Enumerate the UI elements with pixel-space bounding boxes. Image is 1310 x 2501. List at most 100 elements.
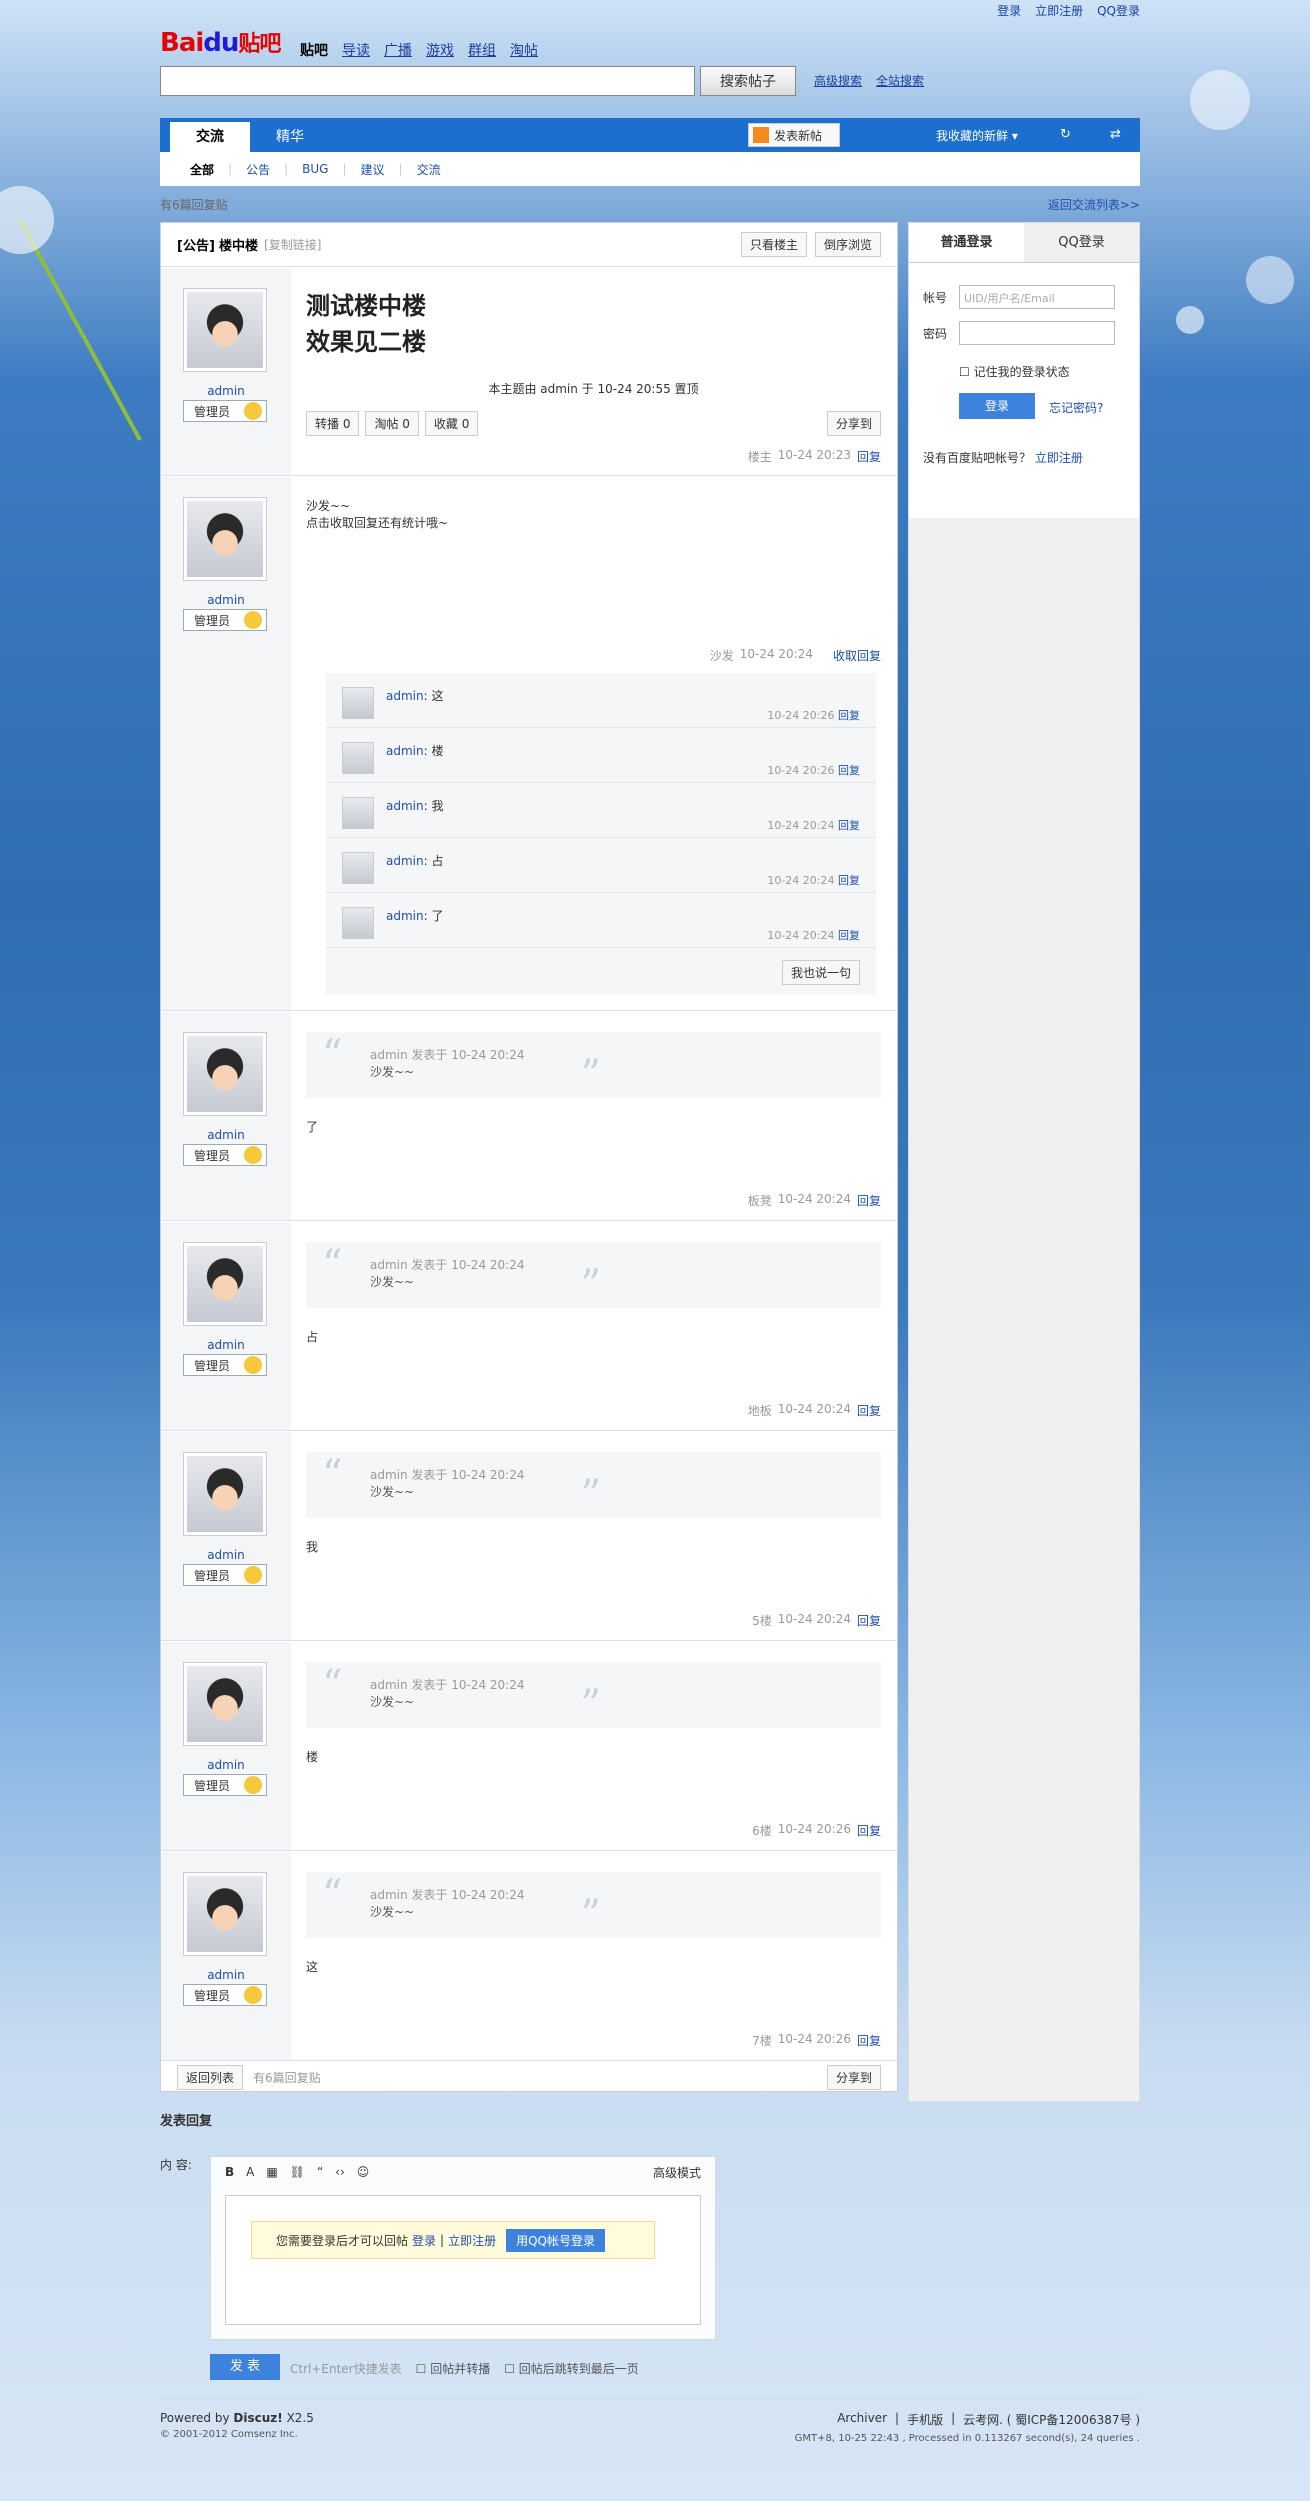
post-title-line2: 效果见二楼	[306, 328, 426, 356]
avatar[interactable]	[183, 1242, 267, 1326]
baidu-tieba-logo[interactable]: Baidu贴吧	[160, 26, 281, 58]
username[interactable]: admin	[161, 384, 291, 398]
login-notice: 您需要登录后才可以回帖 登录 | 立即注册 用QQ帐号登录	[251, 2221, 655, 2259]
header: Baidu贴吧 贴吧 导读 广播 游戏 群组 淘帖 搜索帖子 高级搜索 全站搜索	[160, 20, 1140, 110]
remember-checkbox[interactable]: ☐ 记住我的登录状态	[959, 363, 1070, 380]
advanced-search-link[interactable]: 高级搜索	[814, 72, 862, 89]
nav-guide[interactable]: 导读	[342, 40, 370, 60]
username[interactable]: admin	[161, 593, 291, 607]
refresh-icon[interactable]: ↻	[1060, 127, 1071, 142]
mobile-link[interactable]: 手机版	[907, 2411, 943, 2428]
switch-icon[interactable]: ⇄	[1110, 127, 1121, 142]
username[interactable]: admin	[161, 1968, 291, 1982]
password-input[interactable]	[959, 321, 1115, 345]
nav-tieba[interactable]: 贴吧	[300, 40, 328, 60]
tab-qq-login[interactable]: QQ登录	[1024, 223, 1139, 262]
sub-reply: admin: 我 10-24 20:24 回复	[326, 783, 876, 838]
tab-exchange[interactable]: 交流	[170, 122, 250, 152]
account-input[interactable]: UID/用户名/Email	[959, 285, 1115, 309]
subnav-all[interactable]: 全部	[190, 161, 214, 178]
role-badge: 管理员	[183, 1564, 267, 1586]
avatar[interactable]	[183, 497, 267, 581]
emoji-icon[interactable]: ☺	[357, 2165, 370, 2179]
login-link[interactable]: 登录	[997, 2, 1021, 19]
forward-checkbox[interactable]: ☐ 回帖并转播	[416, 2360, 491, 2377]
role-badge: 管理员	[183, 1984, 267, 2006]
say-something-button[interactable]: 我也说一句	[781, 960, 860, 985]
subnav-bug[interactable]: BUG	[302, 162, 328, 176]
forum-tabbar: 交流 精华 发表新帖 我收藏的新鲜 ▾ ↻ ⇄	[160, 118, 1140, 152]
search-input[interactable]	[160, 66, 695, 96]
font-color-icon[interactable]: A	[246, 2165, 254, 2179]
role-badge: 管理员	[183, 1354, 267, 1376]
tab-normal-login[interactable]: 普通登录	[909, 223, 1024, 262]
avatar[interactable]	[183, 288, 267, 372]
reply-link[interactable]: 回复	[857, 1822, 881, 1839]
quote-block: “” admin 发表于 10-24 20:24 沙发~~	[306, 1662, 881, 1728]
copy-link[interactable]: [复制链接]	[264, 236, 321, 253]
subnav-notice[interactable]: 公告	[246, 161, 270, 178]
quote-icon[interactable]: “	[317, 2165, 323, 2179]
avatar	[342, 687, 374, 719]
qq-login-link[interactable]: QQ登录	[1097, 2, 1140, 19]
tab-essence[interactable]: 精华	[250, 122, 330, 152]
quote-block: “” admin 发表于 10-24 20:24 沙发~~	[306, 1872, 881, 1938]
qq-login-button[interactable]: 用QQ帐号登录	[506, 2228, 605, 2252]
back-to-list-link[interactable]: 返回交流列表>>	[1048, 196, 1140, 213]
role-badge: 管理员	[183, 609, 267, 631]
favorites-dropdown[interactable]: 我收藏的新鲜 ▾	[936, 127, 1018, 144]
reply-editor[interactable]: B A ▦ ⛓ “ ‹› ☺ 高级模式 您需要登录后才可以回帖 登录 | 立即注册 用QQ帐号登录	[210, 2156, 716, 2340]
nav-tao[interactable]: 淘帖	[510, 40, 538, 60]
login-button[interactable]: 登录	[959, 393, 1035, 419]
avatar[interactable]	[183, 1872, 267, 1956]
link-icon[interactable]: ⛓	[290, 2165, 305, 2179]
register-link[interactable]: 立即注册	[1035, 2, 1083, 19]
post-text: 楼	[306, 1750, 319, 1764]
advanced-mode-link[interactable]: 高级模式	[653, 2164, 701, 2181]
jump-last-checkbox[interactable]: ☐ 回帖后跳转到最后一页	[504, 2360, 639, 2377]
reply-section: 发表回复 内 容: B A ▦ ⛓ “‹› ☺ 高级模式 您需要登录后才可以回帖 登录 | 立即注…	[160, 2110, 1140, 2380]
avatar	[342, 742, 374, 774]
only-host-button[interactable]: 只看楼主	[740, 232, 807, 257]
reply-link[interactable]: 回复	[857, 448, 881, 465]
reply-link[interactable]: 回复	[857, 1192, 881, 1209]
username[interactable]: admin	[161, 1548, 291, 1562]
avatar[interactable]	[183, 1032, 267, 1116]
forward-button[interactable]: 转播 0	[306, 411, 360, 436]
post-new-button[interactable]: 发表新帖	[748, 123, 840, 147]
reply-link[interactable]: 回复	[857, 1612, 881, 1629]
subnav-suggest[interactable]: 建议	[361, 161, 385, 178]
avatar[interactable]	[183, 1452, 267, 1536]
nav-games[interactable]: 游戏	[426, 40, 454, 60]
back-list-button[interactable]: 返回列表	[177, 2064, 244, 2090]
site-search-link[interactable]: 全站搜索	[876, 72, 924, 89]
username[interactable]: admin	[161, 1128, 291, 1142]
register-link[interactable]: 立即注册	[448, 2232, 496, 2249]
bold-icon[interactable]: B	[225, 2165, 234, 2179]
share-button[interactable]: 分享到	[826, 411, 881, 436]
post-floor-7: admin 管理员 “” admin 发表于 10-24 20:24 沙发~~ 这 7楼…	[161, 1852, 897, 2061]
nav-groups[interactable]: 群组	[468, 40, 496, 60]
collect-button[interactable]: 收藏 0	[424, 411, 479, 436]
archiver-link[interactable]: Archiver	[837, 2411, 887, 2428]
search-button[interactable]: 搜索帖子	[700, 66, 796, 96]
reverse-button[interactable]: 倒序浏览	[814, 232, 881, 257]
post-floor-2: admin 管理员 沙发~~ 点击收取回复还有统计哦~ 沙发 10-24 20:24…	[161, 477, 897, 1011]
reply-link[interactable]: 回复	[857, 1402, 881, 1419]
username[interactable]: admin	[161, 1338, 291, 1352]
reply-link[interactable]: 回复	[857, 2032, 881, 2049]
username[interactable]: admin	[161, 1758, 291, 1772]
collapse-replies-link[interactable]: 收取回复	[833, 647, 881, 664]
subnav-exchange[interactable]: 交流	[417, 161, 441, 178]
register-link[interactable]: 立即注册	[1035, 451, 1083, 465]
tao-button[interactable]: 淘帖 0	[365, 411, 419, 436]
avatar[interactable]	[183, 1662, 267, 1746]
login-sidebar: 普通登录 QQ登录 帐号 UID/用户名/Email 密码 ☐ 记住我的登录状态 …	[908, 222, 1140, 2102]
login-link[interactable]: 登录	[412, 2232, 436, 2249]
nav-broadcast[interactable]: 广播	[384, 40, 412, 60]
share-button[interactable]: 分享到	[826, 2064, 881, 2090]
forgot-password-link[interactable]: 忘记密码?	[1049, 399, 1103, 416]
code-icon[interactable]: ‹›	[335, 2165, 345, 2179]
image-icon[interactable]: ▦	[266, 2165, 277, 2179]
send-button[interactable]: 发 表	[210, 2354, 280, 2380]
